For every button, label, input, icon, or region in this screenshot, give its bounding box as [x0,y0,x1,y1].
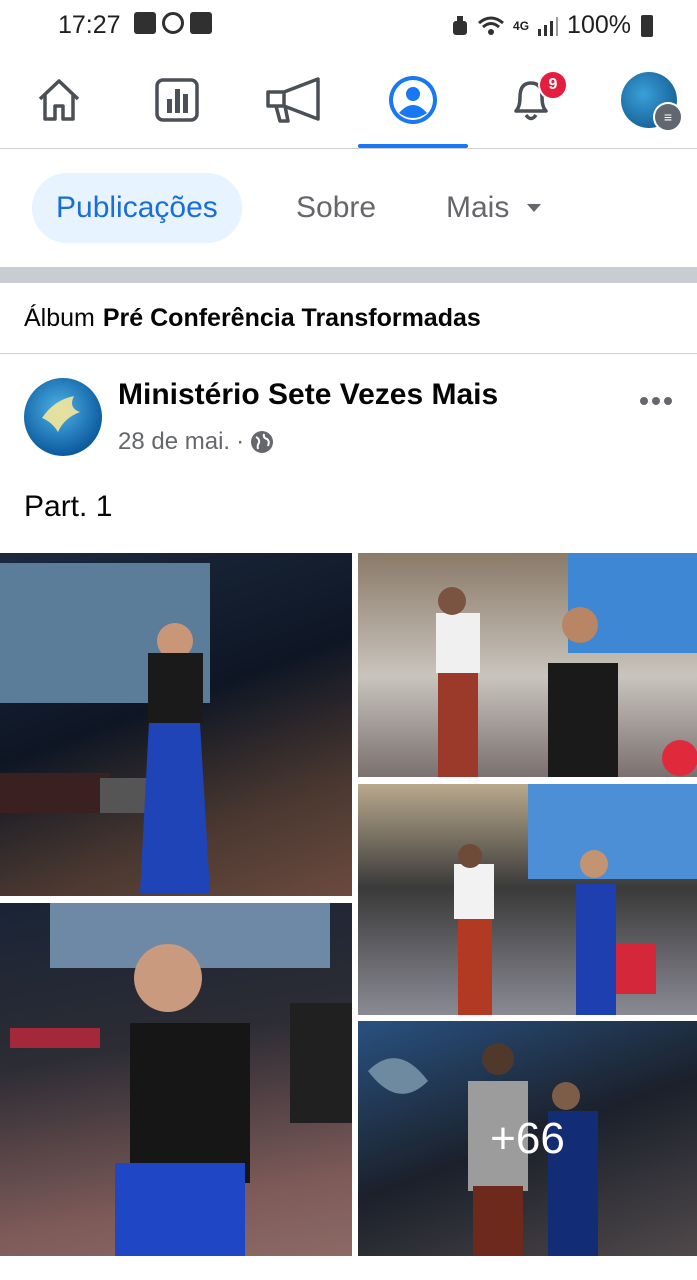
network-type: 4G [513,18,530,33]
nav-notifications[interactable]: 9 [476,52,586,148]
whatsapp-icon [162,12,184,34]
photo-4[interactable] [0,903,352,1256]
nav-menu[interactable]: ≡ [594,52,697,148]
more-photos-overlay[interactable]: +66 [358,1021,697,1256]
hamburger-icon: ≡ [653,102,683,132]
post-text: Part. 1 [24,490,113,523]
caret-down-icon [527,204,542,212]
photo-4-content [10,903,352,1256]
nav-ads[interactable] [240,52,350,148]
more-photos-count: +66 [490,1113,565,1163]
section-divider [0,267,697,283]
nav-home[interactable] [4,52,114,148]
dove-logo-icon [42,396,80,432]
nav-feed[interactable] [122,52,232,148]
battery-percent: 100% [567,11,631,39]
signal-icon [538,16,559,36]
more-horizontal-icon [640,397,672,405]
more-options-button[interactable] [639,380,673,414]
home-icon [38,79,80,121]
chart-icon [155,78,199,122]
photo-1-content [0,563,210,893]
status-notification-icons [134,12,212,34]
battery-icon [641,14,653,37]
megaphone-icon [266,77,320,123]
post-author[interactable]: Ministério Sete Vezes Mais [118,378,498,412]
globe-icon [251,431,274,453]
tab-more-label: Mais [446,191,510,224]
photo-2[interactable] [358,553,697,777]
photo-3-content [454,784,697,1015]
top-nav: 9 ≡ [0,52,697,149]
nav-profile[interactable] [358,52,468,148]
page-avatar[interactable] [24,378,102,456]
album-name[interactable]: Pré Conferência Transformadas [103,304,481,333]
profile-tabs: Publicações Sobre Mais [0,149,697,267]
tab-about-label: Sobre [296,191,377,224]
post-meta: 28 de mai. · [118,428,274,456]
notification-badge: 9 [538,70,568,100]
album-prefix: Álbum [24,303,95,332]
meta-separator: · [236,428,245,455]
avatar: ≡ [621,72,683,132]
photo-3[interactable] [358,784,697,1015]
album-header[interactable]: Álbum Pré Conferência Transformadas [0,283,697,354]
tab-about[interactable]: Sobre [296,173,376,243]
tab-posts-label: Publicações [56,191,218,224]
profile-icon [389,76,437,124]
photo-2-content [436,553,697,777]
tab-posts[interactable]: Publicações [32,173,242,243]
photo-5-more[interactable]: +66 [358,1021,697,1256]
alarm-icon [453,15,468,35]
photo-1[interactable] [0,553,352,896]
post-date[interactable]: 28 de mai. [118,428,230,456]
status-time: 17:27 [58,11,121,39]
gallery-icon [134,12,156,34]
status-system-icons: 4G 100% [451,11,653,40]
wifi-icon [478,16,504,35]
tab-more[interactable]: Mais [446,173,543,243]
voicemail-icon [190,12,212,34]
status-bar: 17:27 4G 100% [0,0,697,52]
